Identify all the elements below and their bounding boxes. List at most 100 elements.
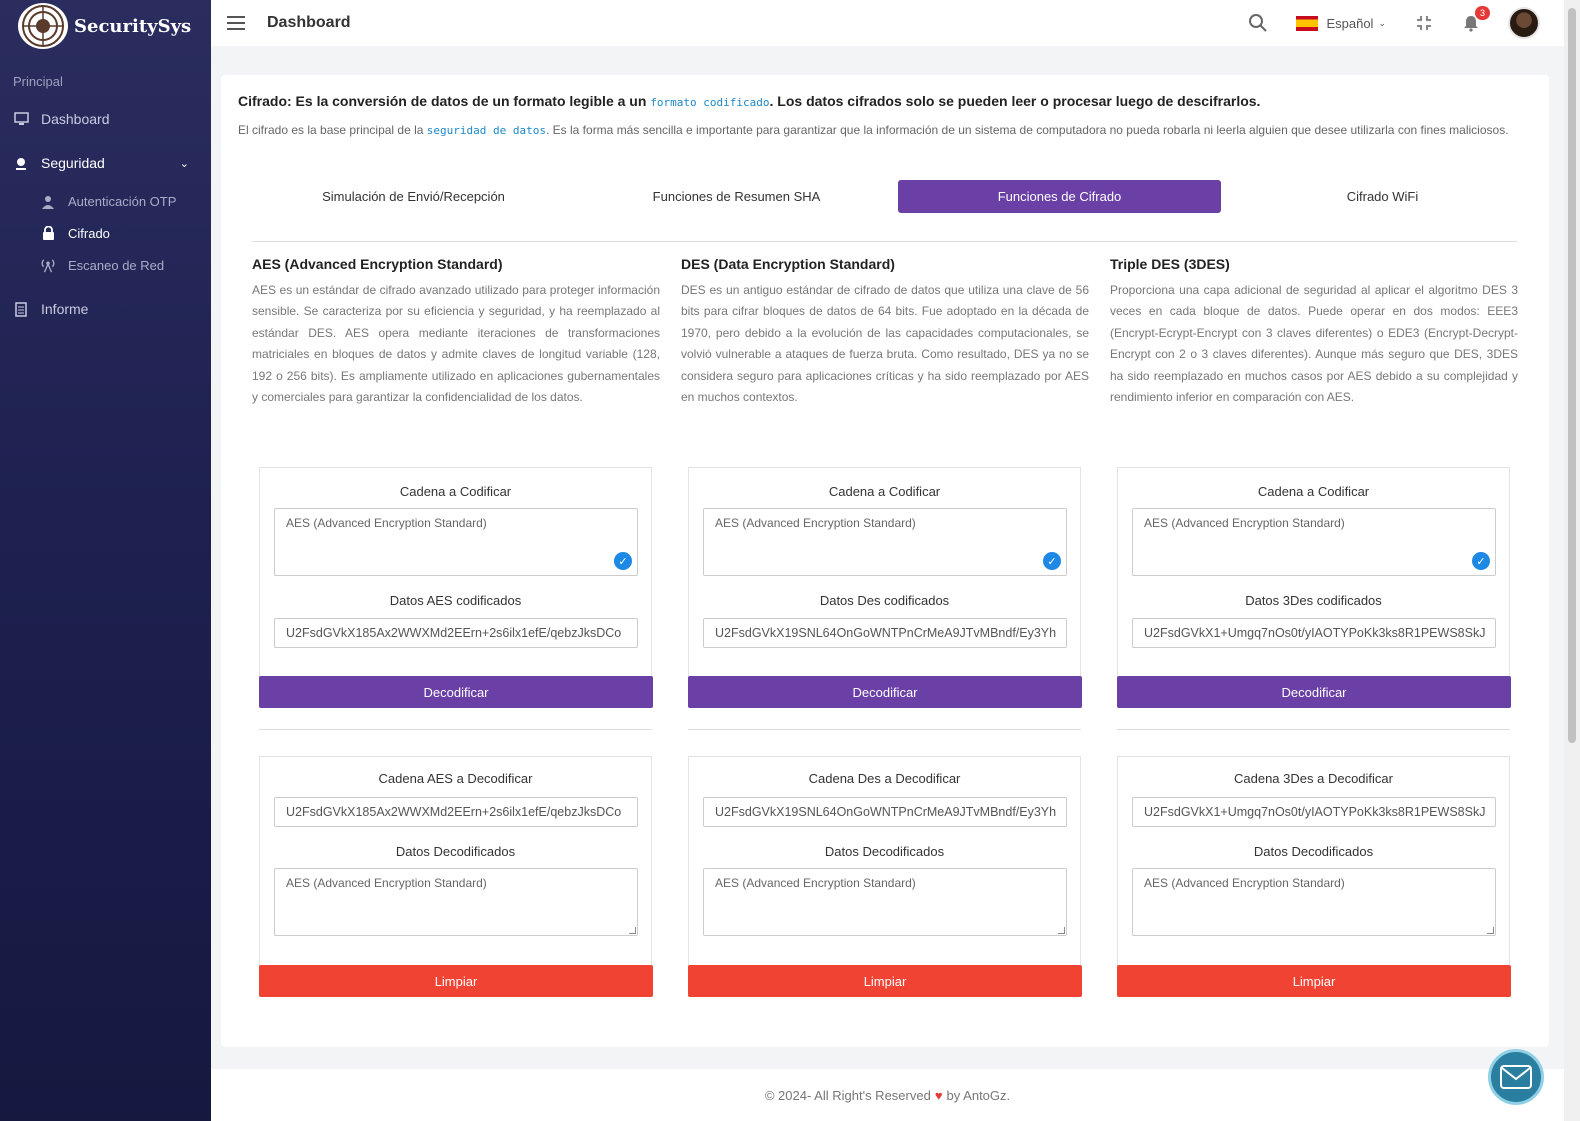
des-encode-textarea[interactable]: AES (Advanced Encryption Standard) ✓	[703, 508, 1067, 576]
sidebar-nav: Dashboard Seguridad ⌄	[0, 105, 211, 177]
resize-grip-icon[interactable]	[629, 927, 636, 934]
3des-text: Proporciona una capa adicional de seguri…	[1110, 283, 1518, 405]
sidebar-item-cifrado[interactable]: Cifrado	[0, 217, 211, 249]
divider	[1117, 729, 1510, 730]
mail-button[interactable]	[1488, 1049, 1544, 1105]
footer-author: by AntoGz.	[946, 1087, 1011, 1103]
tab-sha[interactable]: Funciones de Resumen SHA	[575, 180, 898, 213]
encode-label: Cadena a Codificar	[1257, 484, 1370, 499]
top-header: Dashboard Español ⌄ 3	[211, 0, 1564, 46]
scrollbar[interactable]	[1564, 0, 1580, 1121]
des-encoded-input[interactable]: U2FsdGVkX19SNL64OnGoWNTPnCrMeA9JTvMBndf/…	[703, 618, 1067, 648]
check-circle-icon: ✓	[1472, 552, 1490, 570]
textarea-value: AES (Advanced Encryption Standard)	[286, 516, 487, 530]
sidebar-item-dashboard[interactable]: Dashboard	[0, 105, 211, 133]
3des-decode-input[interactable]: U2FsdGVkX1+Umgq7nOs0t/yIAOTYPoKk3ks8R1PE…	[1132, 797, 1496, 827]
textarea-value: AES (Advanced Encryption Standard)	[715, 516, 916, 530]
sidebar-submenu: Autenticación OTP Cifrado Escaneo de Red	[0, 185, 211, 281]
page-title: Dashboard	[267, 14, 351, 31]
des-clear-button[interactable]: Limpiar	[688, 965, 1082, 997]
footer-copyright: © 2024- All Right's Reserved	[764, 1087, 931, 1103]
textarea-value: AES (Advanced Encryption Standard)	[1144, 516, 1345, 530]
divider	[252, 241, 1517, 242]
aes-decode-button[interactable]: Decodificar	[259, 676, 653, 708]
footer: © 2024- All Right's Reserved ♥ by AntoGz…	[211, 1069, 1564, 1121]
sidebar-item-seguridad[interactable]: Seguridad ⌄	[0, 149, 211, 177]
sidebar-item-escaneo[interactable]: Escaneo de Red	[0, 249, 211, 281]
mail-icon	[1500, 1065, 1532, 1089]
3des-decoded-textarea[interactable]: AES (Advanced Encryption Standard)	[1132, 868, 1496, 936]
3des-description: Triple DES (3DES) Proporciona una capa a…	[1110, 256, 1518, 408]
document-icon	[13, 301, 29, 317]
resize-grip-icon[interactable]	[1487, 927, 1494, 934]
sidebar-item-label: Autenticación OTP	[68, 193, 177, 209]
3des-decode-panel: Cadena 3Des a Decodificar U2FsdGVkX1+Umg…	[1117, 756, 1510, 968]
sidebar-item-label: Seguridad	[41, 155, 105, 171]
encode-label: Cadena a Codificar	[828, 484, 941, 499]
lock-icon	[40, 225, 56, 241]
language-selector[interactable]: Español ⌄	[1296, 15, 1386, 31]
resize-grip-icon[interactable]	[1058, 927, 1065, 934]
tab-wifi[interactable]: Cifrado WiFi	[1221, 180, 1544, 213]
sidebar-item-label: Escaneo de Red	[68, 257, 165, 273]
sidebar-item-informe[interactable]: Informe	[0, 295, 211, 323]
3des-encode-panel: Cadena a Codificar AES (Advanced Encrypt…	[1117, 467, 1510, 679]
scrollbar-thumb[interactable]	[1568, 8, 1576, 743]
main-content: Cifrado: Es la conversión de datos de un…	[221, 75, 1549, 1047]
3des-decode-button[interactable]: Decodificar	[1117, 676, 1511, 708]
notification-badge: 3	[1475, 6, 1490, 20]
menu-toggle-icon[interactable]	[227, 16, 245, 30]
des-text: DES es un antiguo estándar de cifrado de…	[681, 283, 1089, 405]
encoded-label: Datos Des codificados	[819, 593, 950, 608]
monitor-icon	[13, 111, 29, 127]
aes-text: AES es un estándar de cifrado avanzado u…	[252, 283, 660, 405]
aes-encode-textarea[interactable]: AES (Advanced Encryption Standard) ✓	[274, 508, 638, 576]
tab-cifrado[interactable]: Funciones de Cifrado	[898, 180, 1221, 213]
avatar[interactable]	[1508, 7, 1540, 39]
intro-title-text: Cifrado: Es la conversión de datos de un…	[238, 93, 651, 109]
sidebar-item-label: Dashboard	[41, 111, 110, 127]
textarea-value: AES (Advanced Encryption Standard)	[286, 876, 487, 890]
des-description: DES (Data Encryption Standard) DES es un…	[681, 256, 1089, 408]
decoded-label: Datos Decodificados	[1253, 844, 1374, 859]
intro-text-code: seguridad de datos	[426, 124, 546, 137]
decode-label: Cadena AES a Decodificar	[378, 771, 533, 786]
aes-decoded-textarea[interactable]: AES (Advanced Encryption Standard)	[274, 868, 638, 936]
spain-flag-icon	[1296, 15, 1319, 31]
intro-title-code: formato codificado	[650, 96, 770, 109]
check-circle-icon: ✓	[1043, 552, 1061, 570]
language-label: Español	[1326, 15, 1374, 31]
aes-decode-panel: Cadena AES a Decodificar U2FsdGVkX185Ax2…	[259, 756, 652, 968]
des-decode-button[interactable]: Decodificar	[688, 676, 1082, 708]
3des-title: Triple DES (3DES)	[1110, 256, 1230, 272]
sidebar-item-otp[interactable]: Autenticación OTP	[0, 185, 211, 217]
sidebar-nav-bottom: Informe	[0, 295, 211, 323]
intro-text-end: . Es la forma más sencilla e importante …	[546, 123, 1509, 137]
sidebar: SecuritySys Principal Dashboard Segurida…	[0, 0, 211, 1121]
decoded-label: Datos Decodificados	[395, 844, 516, 859]
brand[interactable]: SecuritySys	[0, 0, 211, 52]
aes-encode-panel: Cadena a Codificar AES (Advanced Encrypt…	[259, 467, 652, 679]
aes-decode-input[interactable]: U2FsdGVkX185Ax2WWXMd2EErn+2s6ilx1efE/qeb…	[274, 797, 638, 827]
aes-title: AES (Advanced Encryption Standard)	[252, 256, 503, 272]
search-icon[interactable]	[1248, 13, 1268, 33]
textarea-value: AES (Advanced Encryption Standard)	[1144, 876, 1345, 890]
3des-encoded-input[interactable]: U2FsdGVkX1+Umgq7nOs0t/yIAOTYPoKk3ks8R1PE…	[1132, 618, 1496, 648]
divider	[688, 729, 1081, 730]
des-encode-panel: Cadena a Codificar AES (Advanced Encrypt…	[688, 467, 1081, 679]
sidebar-item-label: Informe	[41, 301, 89, 317]
heart-icon: ♥	[934, 1087, 943, 1103]
3des-clear-button[interactable]: Limpiar	[1117, 965, 1511, 997]
aes-encoded-input[interactable]: U2FsdGVkX185Ax2WWXMd2EErn+2s6ilx1efE/qeb…	[274, 618, 638, 648]
tab-simulacion[interactable]: Simulación de Envió/Recepción	[252, 180, 575, 213]
3des-encode-textarea[interactable]: AES (Advanced Encryption Standard) ✓	[1132, 508, 1496, 576]
des-decode-input[interactable]: U2FsdGVkX19SNL64OnGoWNTPnCrMeA9JTvMBndf/…	[703, 797, 1067, 827]
notifications-button[interactable]: 3	[1462, 6, 1490, 32]
user-secret-icon	[40, 193, 56, 209]
brand-name: SecuritySys	[74, 15, 192, 37]
fullscreen-exit-icon[interactable]	[1416, 15, 1432, 31]
intro-title-text-end: . Los datos cifrados solo se pueden leer…	[769, 93, 1261, 109]
des-decoded-textarea[interactable]: AES (Advanced Encryption Standard)	[703, 868, 1067, 936]
aes-clear-button[interactable]: Limpiar	[259, 965, 653, 997]
textarea-value: AES (Advanced Encryption Standard)	[715, 876, 916, 890]
